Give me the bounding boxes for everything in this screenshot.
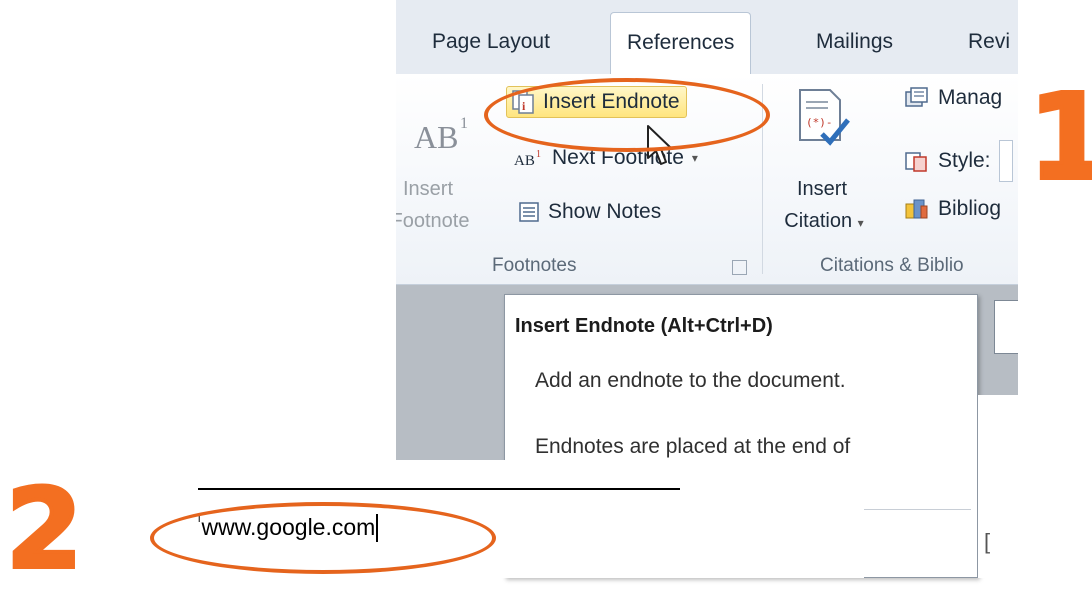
style-icon (905, 152, 927, 172)
style-selector[interactable]: Style: (904, 140, 1013, 182)
document-page-fragment: [ (978, 395, 1018, 578)
tooltip-title: Insert Endnote (Alt+Ctrl+D) (515, 315, 773, 337)
tab-references[interactable]: References (610, 12, 752, 74)
tab-review[interactable]: Revi (968, 30, 1010, 54)
manage-sources-icon (905, 87, 928, 107)
bibliography-button[interactable]: Bibliog (904, 196, 1001, 222)
ribbon-tab-bar: Page Layout References Mailings Revi (396, 0, 1018, 75)
style-dropdown[interactable] (998, 140, 1013, 182)
insert-citation-label-2: Citation (784, 210, 853, 232)
ab-superscript-icon: AB 1 (414, 115, 468, 155)
tab-page-layout[interactable]: Page Layout (432, 30, 550, 54)
chevron-down-icon: ▾ (857, 216, 864, 230)
tab-mailings[interactable]: Mailings (816, 30, 893, 54)
svg-text:(*)-: (*)- (806, 116, 833, 129)
style-label: Style: (938, 149, 991, 172)
footnotes-group-label: Footnotes (492, 255, 577, 276)
tooltip-description: Add an endnote to the document. (535, 369, 846, 392)
bibliography-label: Bibliog (938, 197, 1002, 220)
highlight-oval-endnote-text (150, 502, 496, 574)
svg-text:1: 1 (460, 115, 468, 132)
insert-citation-button[interactable]: (*)- Insert Citation ▾ (772, 86, 872, 246)
dialog-launcher-icon[interactable] (732, 260, 747, 275)
show-notes-icon (519, 202, 539, 222)
insert-footnote-label-1: Insert (402, 178, 454, 200)
next-footnote-icon: AB 1 (514, 149, 541, 169)
step-number-2: 2 (4, 465, 85, 593)
bracket-glyph: [ (984, 529, 991, 554)
insert-footnote-label-2: Footnote (396, 210, 470, 232)
show-notes-label: Show Notes (548, 200, 662, 223)
insert-citation-label-1: Insert (796, 178, 848, 200)
insert-citation-icon: (*)- (799, 89, 850, 146)
manage-sources-button[interactable]: Manag (904, 86, 1002, 110)
show-notes-button[interactable]: Show Notes (518, 200, 661, 224)
svg-text:AB: AB (414, 119, 458, 155)
step-number-1: 1 (1026, 68, 1092, 206)
svg-text:1: 1 (536, 149, 541, 160)
endnote-separator-line (198, 488, 680, 490)
tooltip-description-2: Endnotes are placed at the end of (535, 435, 851, 458)
bibliography-icon (905, 199, 928, 219)
highlight-oval-insert-endnote (484, 78, 770, 152)
manage-sources-label: Manag (938, 86, 1003, 109)
svg-text:AB: AB (514, 153, 535, 169)
insert-citation-label-2-wrap: Citation ▾ (776, 206, 872, 238)
citations-group-label: Citations & Biblio (820, 255, 964, 276)
ruler-marker (994, 300, 1018, 354)
chevron-down-icon: ▾ (691, 151, 698, 165)
